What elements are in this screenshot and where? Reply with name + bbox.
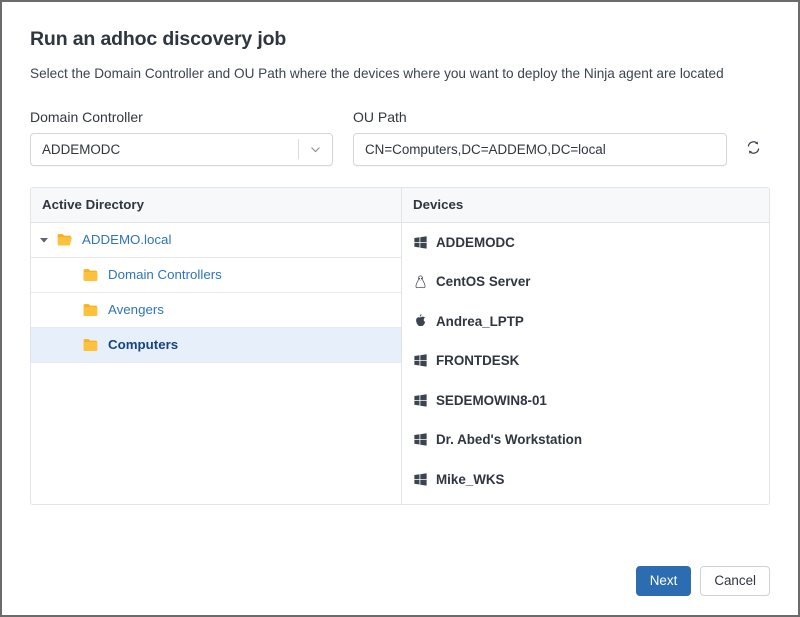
- active-directory-header: Active Directory: [31, 188, 401, 223]
- windows-icon: [414, 473, 436, 486]
- linux-icon: [414, 275, 436, 289]
- device-label: Mike_WKS: [436, 472, 504, 487]
- device-row-andrea-lptp[interactable]: Andrea_LPTP: [402, 302, 769, 342]
- folder-open-icon: [57, 233, 82, 247]
- folder-icon: [83, 303, 108, 317]
- cancel-button[interactable]: Cancel: [700, 566, 770, 596]
- adhoc-discovery-dialog: Run an adhoc discovery job Select the Do…: [0, 0, 800, 617]
- device-label: Dr. Abed's Workstation: [436, 432, 582, 447]
- apple-icon: [414, 314, 436, 328]
- devices-list: ADDEMODC CentOS Server: [402, 223, 769, 504]
- windows-icon: [414, 394, 436, 407]
- folder-icon: [83, 268, 108, 282]
- device-row-sedemowin8-01[interactable]: SEDEMOWIN8-01: [402, 381, 769, 421]
- domain-controller-select[interactable]: ADDEMODC: [30, 133, 333, 166]
- device-label: CentOS Server: [436, 274, 531, 289]
- tree-node-addemo-local[interactable]: ADDEMO.local: [31, 223, 401, 258]
- windows-icon: [414, 236, 436, 249]
- domain-controller-label: Domain Controller: [30, 110, 333, 124]
- device-row-dr-abeds-workstation[interactable]: Dr. Abed's Workstation: [402, 420, 769, 460]
- device-label: Andrea_LPTP: [436, 314, 524, 329]
- windows-icon: [414, 433, 436, 446]
- next-button[interactable]: Next: [636, 566, 692, 596]
- device-label: FRONTDESK: [436, 353, 519, 368]
- ou-path-field: OU Path: [353, 110, 770, 166]
- page-title: Run an adhoc discovery job: [30, 28, 770, 51]
- chevron-down-icon[interactable]: [31, 235, 57, 245]
- device-row-centos-server[interactable]: CentOS Server: [402, 262, 769, 302]
- selection-panels: Active Directory ADDEMO.local: [30, 187, 770, 505]
- domain-controller-field: Domain Controller ADDEMODC: [30, 110, 333, 166]
- windows-icon: [414, 354, 436, 367]
- ou-path-input[interactable]: [353, 133, 727, 166]
- tree-node-label: Computers: [108, 338, 178, 351]
- tree-node-label: Domain Controllers: [108, 268, 222, 281]
- chevron-down-icon[interactable]: [299, 143, 332, 156]
- active-directory-tree: ADDEMO.local Domain Controllers: [31, 223, 401, 504]
- active-directory-panel: Active Directory ADDEMO.local: [31, 188, 402, 504]
- dialog-footer: Next Cancel: [636, 566, 770, 596]
- folder-icon: [83, 338, 108, 352]
- devices-header: Devices: [402, 188, 769, 223]
- tree-node-label: Avengers: [108, 303, 164, 316]
- tree-node-domain-controllers[interactable]: Domain Controllers: [31, 258, 401, 293]
- dialog-header: Run an adhoc discovery job Select the Do…: [2, 2, 798, 84]
- device-label: SEDEMOWIN8-01: [436, 393, 547, 408]
- tree-node-avengers[interactable]: Avengers: [31, 293, 401, 328]
- device-row-frontdesk[interactable]: FRONTDESK: [402, 341, 769, 381]
- device-row-mike-wks[interactable]: Mike_WKS: [402, 460, 769, 500]
- device-row-addemodc[interactable]: ADDEMODC: [402, 223, 769, 263]
- ou-path-label: OU Path: [353, 110, 727, 124]
- device-label: ADDEMODC: [436, 235, 515, 250]
- refresh-icon: [745, 139, 762, 159]
- tree-node-computers[interactable]: Computers: [31, 328, 401, 363]
- tree-node-label: ADDEMO.local: [82, 233, 171, 246]
- devices-panel: Devices ADDEMODC: [402, 188, 769, 504]
- refresh-button[interactable]: [736, 133, 770, 166]
- dialog-subtitle: Select the Domain Controller and OU Path…: [30, 65, 770, 83]
- domain-controller-value: ADDEMODC: [31, 142, 298, 157]
- form-row: Domain Controller ADDEMODC OU Path: [2, 84, 798, 166]
